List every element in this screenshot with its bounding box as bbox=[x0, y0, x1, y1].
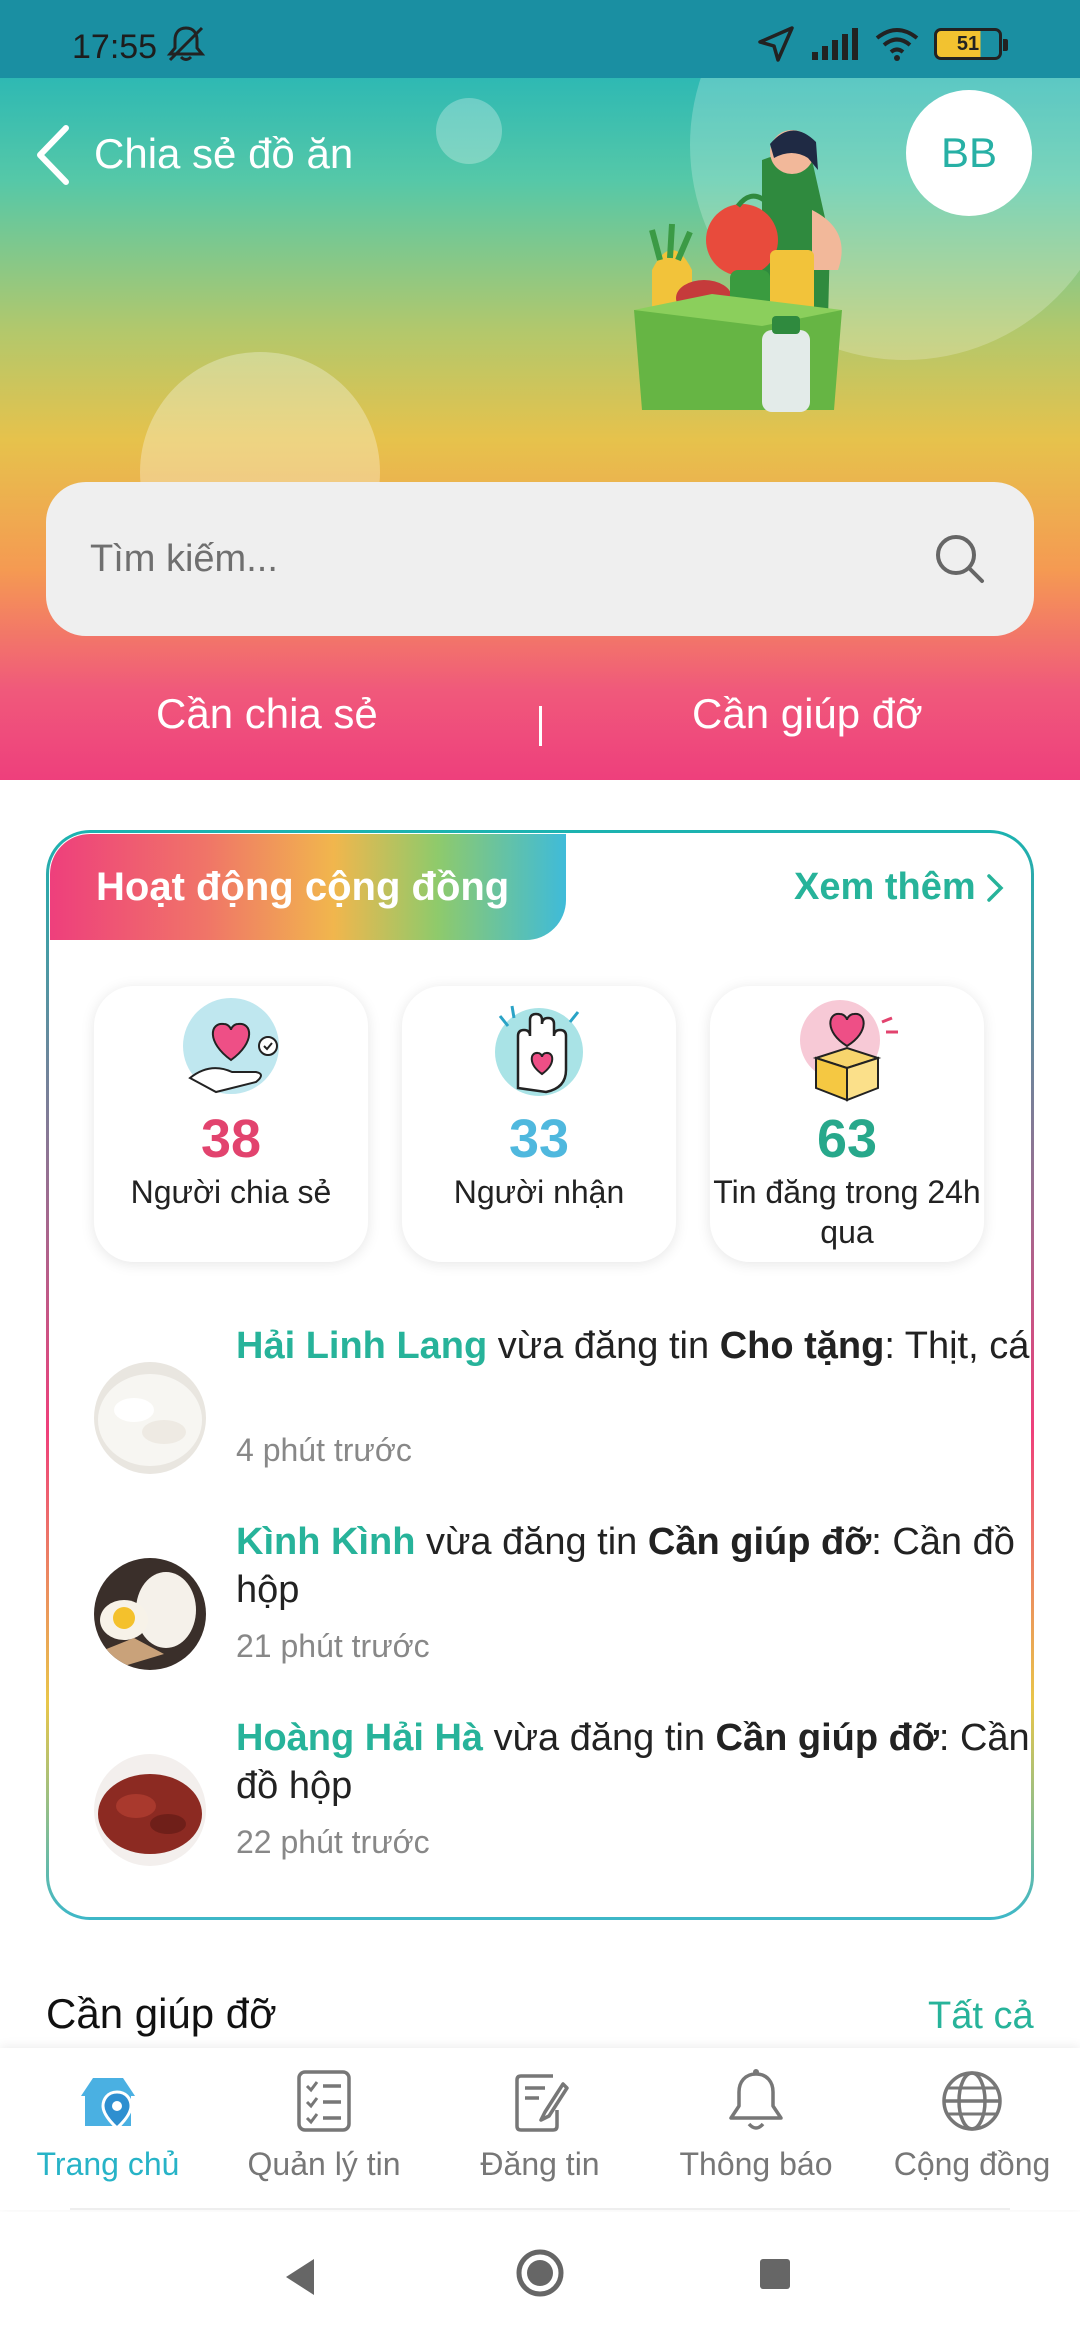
globe-icon bbox=[942, 2071, 1002, 2131]
activity-time: 22 phút trước bbox=[236, 1824, 430, 1860]
search-bar[interactable] bbox=[46, 482, 1034, 636]
nav-notifications[interactable]: Thông báo bbox=[648, 2066, 864, 2196]
checklist-icon bbox=[297, 2070, 351, 2132]
mute-notifications-icon bbox=[166, 26, 206, 62]
stat-label: Người chia sẻ bbox=[130, 1174, 332, 1210]
community-activity-title: Hoạt động cộng đồng bbox=[50, 834, 566, 940]
signal-icon bbox=[812, 28, 858, 60]
raised-hand-heart-icon bbox=[495, 1005, 583, 1096]
tab-divider bbox=[539, 706, 542, 746]
tab-need-help[interactable]: Cần giúp đỡ bbox=[692, 690, 923, 738]
eggs-thumbnail bbox=[94, 1558, 206, 1670]
nav-label: Thông báo bbox=[679, 2146, 833, 2182]
search-icon[interactable] bbox=[932, 531, 988, 587]
back-arrow-icon[interactable] bbox=[30, 120, 80, 190]
activity-text: Hải Linh Lang vừa đăng tin Cho tặng: Thị… bbox=[236, 1322, 1046, 1370]
stat-value: 63 bbox=[816, 1109, 878, 1169]
home-location-icon bbox=[81, 2078, 135, 2130]
activity-user[interactable]: Kình Kình bbox=[236, 1521, 415, 1563]
nav-label: Trang chủ bbox=[36, 2146, 180, 2182]
stat-posts-24h[interactable]: 63 Tin đăng trong 24h qua bbox=[710, 986, 984, 1262]
activity-user[interactable]: Hoàng Hải Hà bbox=[236, 1717, 483, 1759]
battery-icon: 51 bbox=[934, 28, 1008, 60]
wifi-icon bbox=[875, 28, 919, 61]
decor-circle bbox=[436, 98, 502, 164]
status-time: 17:55 bbox=[72, 28, 158, 66]
stat-value: 38 bbox=[200, 1109, 262, 1169]
activity-kind: Cần giúp đỡ bbox=[715, 1717, 939, 1759]
gift-box-heart-icon bbox=[800, 1000, 898, 1102]
battery-level: 51 bbox=[956, 32, 980, 55]
activity-verb: vừa đăng tin bbox=[487, 1325, 720, 1367]
stat-sharers[interactable]: 38 Người chia sẻ bbox=[94, 986, 368, 1262]
see-more-label: Xem thêm bbox=[794, 866, 976, 908]
system-home-icon[interactable] bbox=[514, 2247, 566, 2299]
chevron-right-icon bbox=[986, 873, 1004, 902]
activity-user[interactable]: Hải Linh Lang bbox=[236, 1325, 487, 1367]
nav-label: Đăng tin bbox=[480, 2146, 600, 2182]
avatar[interactable]: BB bbox=[906, 90, 1032, 216]
section-title: Cần giúp đỡ bbox=[46, 1990, 277, 2037]
red-rice-thumbnail bbox=[94, 1754, 206, 1866]
location-arrow-icon bbox=[758, 26, 794, 62]
stat-value: 33 bbox=[508, 1109, 570, 1169]
nav-label: Cộng đồng bbox=[893, 2146, 1051, 2182]
search-input[interactable] bbox=[90, 482, 910, 636]
activity-kind: Cần giúp đỡ bbox=[647, 1521, 872, 1563]
bell-icon bbox=[729, 2069, 783, 2130]
activity-time: 21 phút trước bbox=[236, 1628, 430, 1664]
nav-create-post[interactable]: Đăng tin bbox=[432, 2066, 648, 2196]
page-title: Chia sẻ đồ ăn bbox=[94, 130, 354, 177]
see-more-link[interactable]: Xem thêm bbox=[794, 866, 1004, 909]
activity-text: Hoàng Hải Hà vừa đăng tin Cần giúp đỡ: C… bbox=[236, 1714, 1046, 1810]
rice-thumbnail bbox=[94, 1362, 206, 1474]
activity-detail: : Thịt, cá bbox=[884, 1325, 1030, 1367]
heart-hand-icon bbox=[183, 998, 279, 1094]
status-bar: 17:55 51 bbox=[0, 0, 1080, 78]
system-recents-icon[interactable] bbox=[758, 2257, 792, 2291]
stat-label: Người nhận bbox=[453, 1174, 625, 1210]
nav-label: Quản lý tin bbox=[247, 2146, 401, 2182]
activity-verb: vừa đăng tin bbox=[415, 1521, 648, 1563]
food-donation-illustration bbox=[634, 130, 842, 412]
nav-community[interactable]: Cộng đồng bbox=[864, 2066, 1080, 2196]
activity-kind: Cho tặng bbox=[719, 1325, 885, 1367]
edit-post-icon bbox=[515, 2074, 569, 2132]
tab-need-share[interactable]: Cần chia sẻ bbox=[156, 690, 378, 738]
stat-label: Tin đăng trong 24h qua bbox=[713, 1174, 981, 1250]
divider bbox=[70, 2208, 1010, 2210]
activity-text: Kình Kình vừa đăng tin Cần giúp đỡ: Cần … bbox=[236, 1518, 1046, 1614]
activity-verb: vừa đăng tin bbox=[483, 1717, 716, 1759]
system-back-icon[interactable] bbox=[280, 2255, 320, 2299]
status-indicators: 51 bbox=[756, 24, 1008, 64]
nav-home[interactable]: Trang chủ bbox=[0, 2066, 216, 2196]
activity-time: 4 phút trước bbox=[236, 1432, 412, 1468]
see-all-link[interactable]: Tất cả bbox=[928, 1995, 1034, 2038]
stat-receivers[interactable]: 33 Người nhận bbox=[402, 986, 676, 1262]
nav-manage-posts[interactable]: Quản lý tin bbox=[216, 2066, 432, 2196]
